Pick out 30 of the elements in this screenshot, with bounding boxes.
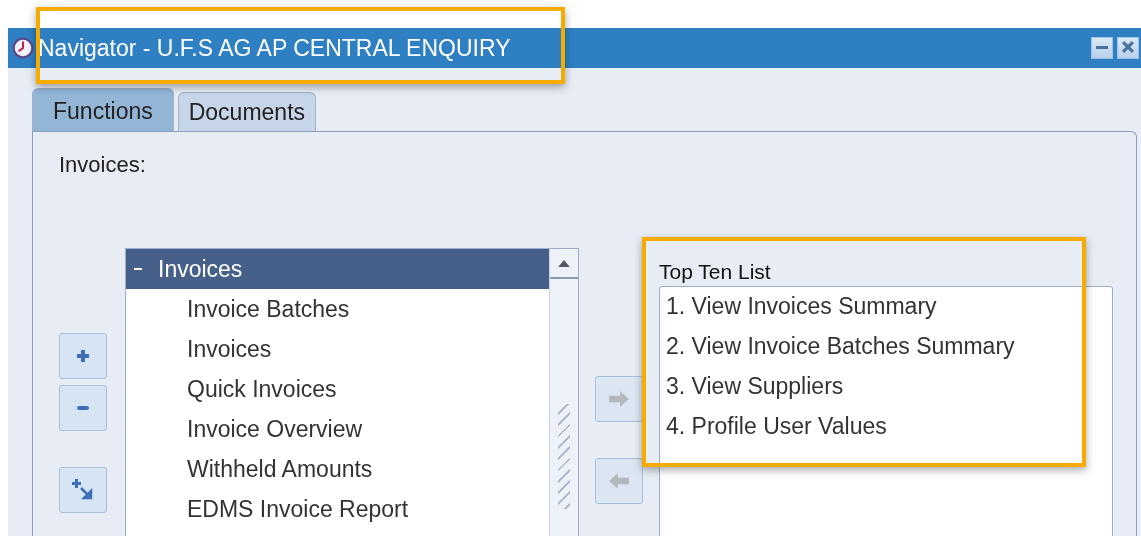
scrollbar-grip[interactable] [558,404,570,509]
list-item[interactable]: 2. View Invoice Batches Summary [666,333,1106,373]
tree-item[interactable]: Invoice Batches [126,289,549,329]
tree-item[interactable]: Invoices [126,329,549,369]
plus-arrow-icon [71,478,95,502]
window-title: Navigator - U.F.S AG AP CENTRAL ENQUIRY [38,34,511,61]
section-label: Invoices: [59,152,147,179]
close-button[interactable] [1117,37,1139,59]
tab[interactable]: Functions [32,88,174,131]
tab[interactable]: Documents [177,92,317,131]
left-arrow-icon [608,472,630,490]
tree-item[interactable]: Invoice Overview [126,409,549,449]
plus-icon [75,348,91,364]
clock-icon [12,37,34,59]
expand-button[interactable] [59,333,107,379]
right-arrow-icon [608,390,630,408]
scrollbar[interactable] [549,249,578,536]
scroll-up-icon[interactable] [558,259,570,267]
tree-item[interactable]: Quick Invoices [126,369,549,409]
list-label: Top Ten List [659,260,772,284]
expand-all-button[interactable] [59,467,107,513]
minimize-button[interactable] [1091,37,1113,59]
list-item[interactable]: 1. View Invoices Summary [666,293,1106,333]
minimize-icon [1096,45,1108,49]
close-icon [1121,40,1135,54]
tree-item[interactable]: Invoices [126,249,549,289]
list-item[interactable]: 3. View Suppliers [666,373,1106,413]
tree-item[interactable]: Withheld Amounts [126,449,549,489]
tree-item[interactable]: EDMS Invoice Report [126,489,549,529]
list-item[interactable]: 4. Profile User Values [666,413,1106,453]
